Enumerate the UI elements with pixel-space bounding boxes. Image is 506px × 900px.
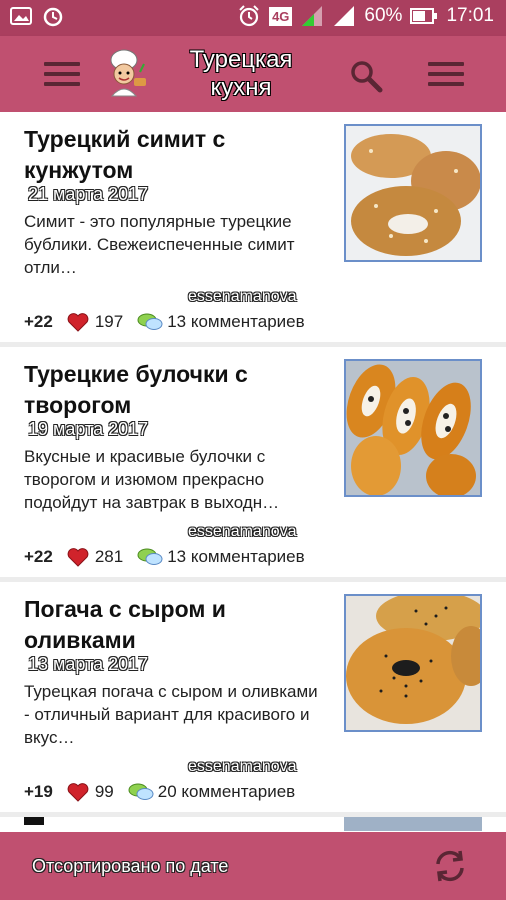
- heart-icon[interactable]: [67, 547, 89, 567]
- heart-icon[interactable]: [67, 312, 89, 332]
- status-bar: 4G 60% 17:01: [0, 0, 506, 36]
- app-bar: Турецкая кухня: [0, 36, 506, 112]
- comments-icon[interactable]: [137, 312, 163, 332]
- post-score: +22: [24, 312, 53, 331]
- post-card[interactable]: Турецкий симит с кунжутом 21 марта 2017 …: [0, 112, 506, 342]
- post-description: Вкусные и красивые булочки с творогом и …: [24, 447, 280, 512]
- sort-label[interactable]: Отсортировано по дате: [32, 856, 228, 877]
- post-author[interactable]: essenamanova: [188, 758, 297, 776]
- heart-icon[interactable]: [67, 782, 89, 802]
- simit-photo[interactable]: [344, 124, 482, 262]
- gallery-notification-icon: [10, 7, 32, 25]
- post-card[interactable]: Турецкие булочки с творогом 19 марта 201…: [0, 347, 506, 577]
- search-icon[interactable]: [348, 58, 384, 94]
- alarm-icon: [239, 5, 259, 27]
- clock: 17:01: [446, 5, 494, 26]
- post-likes: 197: [94, 312, 124, 331]
- post-title[interactable]: Турецкие булочки с творогом: [24, 359, 324, 421]
- post-likes: 281: [94, 547, 124, 566]
- pogacha-photo[interactable]: [344, 594, 482, 732]
- post-title[interactable]: Турецкий симит с кунжутом: [24, 124, 324, 186]
- post-stats: +22 197 13 комментариев: [24, 312, 305, 332]
- chef-logo-icon: [104, 48, 150, 98]
- post-date: 13 марта 2017: [28, 654, 149, 674]
- post-feed[interactable]: Турецкий симит с кунжутом 21 марта 2017 …: [0, 112, 506, 832]
- post-score: +19: [24, 782, 53, 801]
- post-description: Турецкая погача с сыром и оливками - отл…: [24, 682, 318, 747]
- nav-menu-icon[interactable]: [44, 62, 80, 86]
- post-title[interactable]: Погача с сыром и оливками: [24, 594, 324, 656]
- post-card[interactable]: Погача с сыром и оливками 13 марта 2017 …: [0, 582, 506, 812]
- buns-photo[interactable]: [344, 359, 482, 497]
- post-author[interactable]: essenamanova: [188, 523, 297, 541]
- signal-icon-2: [334, 6, 355, 26]
- sync-notification-icon: [43, 7, 63, 27]
- battery-icon: [410, 8, 438, 24]
- post-likes: 99: [94, 782, 114, 801]
- partial-thumbnail: [344, 817, 482, 831]
- signal-icon: [302, 6, 323, 26]
- post-comments[interactable]: 20 комментариев: [158, 782, 295, 802]
- network-type-badge: 4G: [269, 6, 293, 26]
- battery-percent: 60%: [364, 5, 403, 26]
- partial-title-fragment: [24, 817, 44, 825]
- post-stats: +19 99 20 комментариев: [24, 782, 295, 802]
- post-score: +22: [24, 547, 53, 566]
- overflow-menu-icon[interactable]: [428, 62, 464, 86]
- post-card-partial[interactable]: [0, 817, 506, 832]
- post-author[interactable]: essenamanova: [188, 288, 297, 306]
- comments-icon[interactable]: [137, 547, 163, 567]
- post-comments[interactable]: 13 комментариев: [167, 547, 304, 567]
- sort-bar: Отсортировано по дате: [0, 832, 506, 900]
- post-stats: +22 281 13 комментариев: [24, 547, 305, 567]
- post-date: 19 марта 2017: [28, 419, 149, 439]
- post-date: 21 марта 2017: [28, 184, 149, 204]
- post-comments[interactable]: 13 комментариев: [167, 312, 304, 332]
- post-description: Симит - это популярные турецкие бублики.…: [24, 212, 295, 277]
- refresh-icon[interactable]: [430, 846, 470, 886]
- comments-icon[interactable]: [128, 782, 154, 802]
- app-title: Турецкая кухня: [189, 46, 293, 101]
